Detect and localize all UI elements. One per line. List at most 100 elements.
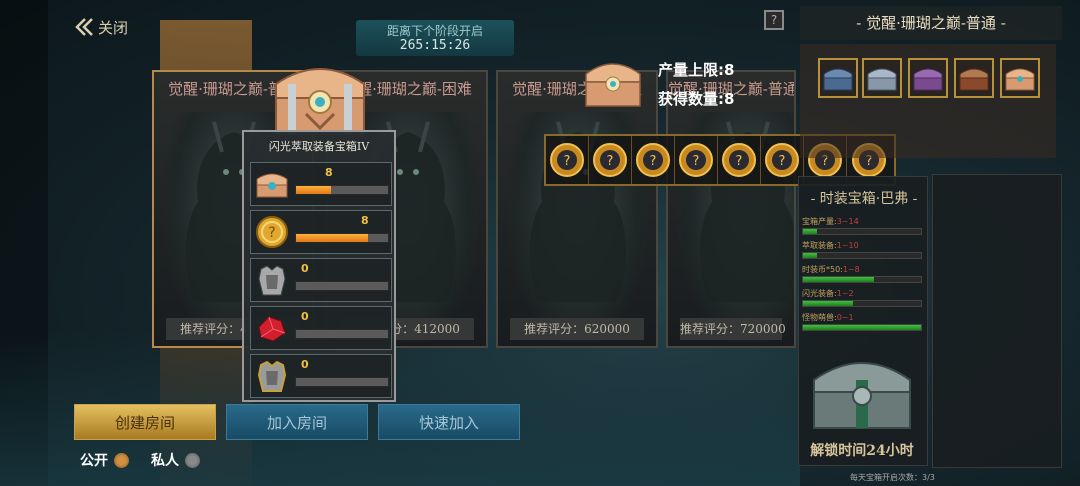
timer-label: 距离下个阶段开启 xyxy=(386,24,483,38)
silver-chest-icon xyxy=(867,68,897,91)
svg-text:?: ? xyxy=(268,225,275,241)
blue-chest-icon xyxy=(823,68,853,91)
gold-armor-icon xyxy=(257,360,287,392)
tooltip-count: 0 xyxy=(301,262,309,275)
stat-value: 1~10 xyxy=(836,241,859,250)
private-label: 私人 xyxy=(151,453,179,469)
right-panel-title: - 觉醒·珊瑚之巅-普通 - xyxy=(800,6,1062,40)
double-chevron-left-icon xyxy=(75,18,93,36)
unknown-reward-icon: ? xyxy=(593,143,627,177)
daily-open-count: 每天宝箱开启次数：3/3 xyxy=(850,473,935,482)
svg-text:?: ? xyxy=(607,154,614,169)
chest-slot[interactable] xyxy=(908,58,948,98)
svg-text:?: ? xyxy=(564,154,571,169)
obtained-count-label: 获得数量:8 xyxy=(658,90,735,108)
timer-value: 265:15:26 xyxy=(399,38,471,53)
chest-slot[interactable] xyxy=(1000,58,1040,98)
chest-slot[interactable] xyxy=(862,58,902,98)
red-chest-icon xyxy=(959,68,989,91)
tooltip-progress-bar xyxy=(295,377,389,387)
join-room-button[interactable]: 加入房间 xyxy=(226,404,368,440)
stat-value: 1~8 xyxy=(842,265,860,274)
stat-bar xyxy=(802,300,922,307)
purple-chest-icon xyxy=(913,68,943,91)
tooltip-row: ? 8 xyxy=(250,210,392,254)
stat-label: 宝箱产量: xyxy=(802,217,837,226)
tooltip-count: 8 xyxy=(325,166,333,179)
unknown-reward-icon: ? xyxy=(722,143,756,177)
tooltip-progress-fill xyxy=(296,186,331,194)
reward-slot[interactable]: ? xyxy=(546,136,589,184)
reward-slot[interactable]: ? xyxy=(589,136,632,184)
empty-detail-panel xyxy=(932,174,1062,468)
stat-label: 萃取装备: xyxy=(802,241,837,250)
stat-row: 时装币*50:1~8 xyxy=(802,264,922,283)
stat-fill xyxy=(803,229,818,234)
stat-value: 3~14 xyxy=(836,217,859,226)
tooltip-title: 闪光萃取装备宝箱IV xyxy=(268,140,370,153)
close-button[interactable]: 关闭 xyxy=(74,14,128,40)
gold-chest-icon xyxy=(1005,68,1035,91)
unknown-reward-icon: ? xyxy=(550,143,584,177)
tooltip-progress-bar xyxy=(295,329,389,339)
output-cap-label: 产量上限:8 xyxy=(658,61,735,79)
armor-icon xyxy=(258,265,286,296)
chest-detail-title: - 时装宝箱·巴弗 - xyxy=(810,191,918,207)
card-score: 推荐评分：720000 xyxy=(680,318,786,340)
tooltip-row: 8 xyxy=(250,162,392,206)
stat-bar xyxy=(802,228,922,235)
dungeon-card-3[interactable]: 觉醒·珊瑚之巅-普通 推荐评分：620000 xyxy=(496,70,658,348)
svg-text:?: ? xyxy=(779,154,786,169)
tooltip-count: 0 xyxy=(301,358,309,371)
stat-bar xyxy=(802,252,922,259)
stat-row: 宝箱产量:3~14 xyxy=(802,216,922,235)
public-label: 公开 xyxy=(80,453,108,469)
stat-row: 闪光装备:1~2 xyxy=(802,288,922,307)
tooltip-count: 8 xyxy=(361,214,369,227)
svg-text:?: ? xyxy=(650,154,657,169)
tooltip-progress-bar xyxy=(295,281,389,291)
help-icon[interactable]: ? xyxy=(764,10,784,30)
unknown-reward-icon: ? xyxy=(765,143,799,177)
unknown-reward-icon: ? xyxy=(636,143,670,177)
svg-text:?: ? xyxy=(693,154,700,169)
stat-bar xyxy=(802,276,922,283)
unknown-reward-icon: ? xyxy=(679,143,713,177)
chest-slot[interactable] xyxy=(954,58,994,98)
stat-fill xyxy=(803,253,818,258)
public-radio[interactable] xyxy=(114,452,129,468)
stat-label: 时装币*50: xyxy=(802,265,843,274)
stat-value: 1~2 xyxy=(836,289,854,298)
chest-contents-tooltip: 闪光萃取装备宝箱IV 8 ? 8 0 0 0 xyxy=(242,130,396,402)
tooltip-row: 0 xyxy=(250,306,392,350)
tooltip-progress-fill xyxy=(296,234,368,242)
create-room-button[interactable]: 创建房间 xyxy=(74,404,216,440)
reward-slot[interactable]: ? xyxy=(718,136,761,184)
reward-slot[interactable]: ? xyxy=(675,136,718,184)
stat-bar xyxy=(802,324,922,331)
stat-fill xyxy=(803,325,921,330)
chest-icon xyxy=(256,173,288,198)
treasure-chest-icon[interactable] xyxy=(266,54,374,140)
right-panel-title-text: 觉醒·珊瑚之巅-普通 xyxy=(866,14,996,32)
private-radio[interactable] xyxy=(185,452,200,468)
stat-row: 怪物萌兽:0~1 xyxy=(802,312,922,331)
reward-slot[interactable]: ? xyxy=(632,136,675,184)
chest-detail-title-text: 时装宝箱·巴弗 xyxy=(819,191,909,207)
stat-fill xyxy=(803,277,874,282)
chest-slot[interactable] xyxy=(818,58,858,98)
card-score: 推荐评分：620000 xyxy=(510,318,644,340)
visibility-selector: 公开 私人 xyxy=(80,450,200,470)
tooltip-progress-bar xyxy=(295,185,389,195)
quick-join-button[interactable]: 快速加入 xyxy=(378,404,520,440)
svg-text:?: ? xyxy=(736,154,743,169)
stat-row: 萃取装备:1~10 xyxy=(802,240,922,259)
reward-chest-icon xyxy=(580,52,646,110)
stat-value: 0~1 xyxy=(836,313,854,322)
close-label: 关闭 xyxy=(98,18,129,37)
stat-label: 怪物萌兽: xyxy=(802,313,837,322)
stage-timer: 距离下个阶段开启 265:15:26 xyxy=(356,20,514,56)
tooltip-count: 0 xyxy=(301,310,309,323)
coin-icon: ? xyxy=(256,216,288,248)
unlock-time-label: 解锁时间24小时 xyxy=(810,443,914,459)
